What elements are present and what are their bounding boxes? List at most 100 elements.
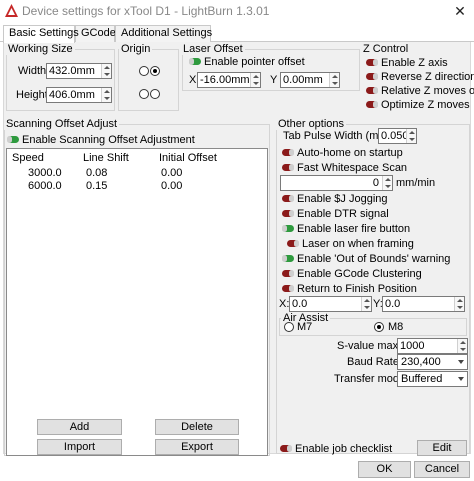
laser-offset-label: Laser Offset: [181, 43, 245, 55]
height-spinner[interactable]: [101, 88, 111, 102]
enable-pointer-offset-toggle[interactable]: [189, 58, 201, 65]
s-value-max-value: 1000: [400, 340, 425, 352]
offset-y-input[interactable]: 0.00mm: [280, 72, 340, 88]
chevron-down-icon: [458, 377, 464, 381]
cancel-button[interactable]: Cancel: [414, 461, 470, 478]
row-2-line-shift: 0.15: [86, 180, 108, 192]
height-label: Height: [16, 89, 48, 101]
offset-x-spinner[interactable]: [250, 73, 260, 87]
scanning-offset-label: Scanning Offset Adjust: [4, 118, 120, 130]
row-1-speed: 3000.0: [28, 167, 62, 179]
air-assist-m7-label: M7: [297, 321, 313, 333]
enable-dtr-signal-toggle[interactable]: [282, 210, 294, 217]
origin-bottom-right-radio[interactable]: [150, 89, 160, 99]
scanning-offset-table[interactable]: Speed Line Shift Initial Offset 3000.0 0…: [6, 148, 268, 456]
offset-y-label: Y: [270, 74, 278, 86]
gcode-clustering-toggle[interactable]: [282, 270, 294, 277]
enable-j-jogging-toggle[interactable]: [282, 195, 294, 202]
row-2-initial-offset: 0.00: [161, 180, 183, 192]
title-bar: Device settings for xTool D1 - LightBurn…: [0, 0, 474, 22]
air-assist-m8-radio[interactable]: [374, 322, 384, 332]
s-value-max-spinner[interactable]: [457, 339, 467, 353]
delete-button[interactable]: Delete: [155, 419, 239, 435]
import-button[interactable]: Import: [37, 439, 122, 455]
fast-whitespace-toggle[interactable]: [282, 164, 294, 171]
finish-x-spinner[interactable]: [361, 297, 371, 311]
height-value: 406.0mm: [49, 89, 95, 101]
job-checklist-edit-button[interactable]: Edit: [417, 440, 467, 456]
basic-settings-panel: Working Size Width 432.0mm Height 406.0m…: [3, 42, 474, 456]
width-spinner[interactable]: [101, 64, 111, 78]
origin-top-left-radio[interactable]: [139, 66, 149, 76]
working-size-label: Working Size: [6, 43, 75, 55]
row-2-speed: 6000.0: [28, 180, 62, 192]
offset-y-value: 0.00mm: [283, 74, 323, 86]
origin-top-right-radio[interactable]: [150, 66, 160, 76]
gcode-clustering-label: Enable GCode Clustering: [297, 268, 422, 280]
baud-rate-label: Baud Rate: [347, 356, 399, 368]
enable-pointer-offset-label: Enable pointer offset: [204, 56, 305, 68]
tab-pulse-width-input[interactable]: 0.050: [378, 128, 417, 144]
enable-dtr-signal-label: Enable DTR signal: [297, 208, 389, 220]
baud-rate-select[interactable]: 230,400: [397, 354, 468, 370]
transfer-mode-value: Buffered: [401, 373, 443, 385]
out-of-bounds-warning-toggle[interactable]: [282, 255, 294, 262]
column-header-speed[interactable]: Speed: [12, 152, 44, 164]
close-window-button[interactable]: ✕: [446, 0, 474, 22]
ok-button[interactable]: OK: [358, 461, 411, 478]
fast-whitespace-speed-input[interactable]: 0: [280, 175, 393, 191]
laser-on-when-framing-toggle[interactable]: [287, 240, 299, 247]
finish-y-spinner[interactable]: [454, 297, 464, 311]
height-input[interactable]: 406.0mm: [46, 87, 112, 103]
job-checklist-toggle[interactable]: [280, 445, 292, 452]
offset-y-spinner[interactable]: [329, 73, 339, 87]
transfer-mode-label: Transfer mode: [334, 373, 406, 385]
optimize-z-moves-toggle[interactable]: [366, 101, 378, 108]
finish-y-value: 0.0: [385, 298, 401, 310]
return-to-finish-label: Return to Finish Position: [297, 283, 417, 295]
origin-bottom-left-radio[interactable]: [139, 89, 149, 99]
enable-scanning-offset-toggle[interactable]: [7, 136, 19, 143]
export-button[interactable]: Export: [155, 439, 239, 455]
air-assist-m7-radio[interactable]: [284, 322, 294, 332]
tab-gcode[interactable]: GCode: [75, 25, 116, 42]
origin-group: [118, 49, 179, 111]
s-value-max-input[interactable]: 1000: [397, 338, 468, 354]
offset-x-value: -16.00mm: [200, 74, 250, 86]
fast-whitespace-speed-value: 0: [372, 177, 379, 189]
reverse-z-direction-toggle[interactable]: [366, 73, 378, 80]
laser-on-when-framing-label: Laser on when framing: [302, 238, 414, 250]
air-assist-m8-label: M8: [388, 321, 404, 333]
s-value-max-label: S-value max: [337, 340, 399, 352]
chevron-down-icon: [458, 360, 464, 364]
enable-laser-fire-button-toggle[interactable]: [282, 225, 294, 232]
tab-pulse-width-label: Tab Pulse Width (ms): [283, 130, 388, 142]
finish-y-input[interactable]: 0.0: [382, 296, 465, 312]
auto-home-toggle[interactable]: [282, 149, 294, 156]
auto-home-label: Auto-home on startup: [297, 147, 403, 159]
return-to-finish-toggle[interactable]: [282, 285, 294, 292]
row-1-initial-offset: 0.00: [161, 167, 183, 179]
fast-whitespace-speed-spinner[interactable]: [382, 176, 392, 190]
reverse-z-direction-label: Reverse Z direction: [381, 71, 474, 83]
window-title: Device settings for xTool D1 - LightBurn…: [22, 4, 270, 18]
finish-x-input[interactable]: 0.0: [289, 296, 372, 312]
transfer-mode-select[interactable]: Buffered: [397, 371, 468, 387]
relative-z-moves-label: Relative Z moves only: [381, 85, 474, 97]
column-header-line-shift[interactable]: Line Shift: [83, 152, 129, 164]
tab-pulse-width-spinner[interactable]: [406, 129, 416, 143]
origin-label: Origin: [119, 43, 153, 55]
offset-x-label: X: [189, 74, 197, 86]
offset-x-input[interactable]: -16.00mm: [197, 72, 261, 88]
out-of-bounds-warning-label: Enable 'Out of Bounds' warning: [297, 253, 451, 265]
column-header-initial-offset[interactable]: Initial Offset: [159, 152, 217, 164]
width-input[interactable]: 432.0mm: [46, 63, 112, 79]
job-checklist-label: Enable job checklist: [295, 443, 393, 455]
tab-basic-settings[interactable]: Basic Settings: [3, 25, 79, 43]
enable-z-axis-label: Enable Z axis: [381, 57, 448, 69]
finish-x-value: 0.0: [292, 298, 308, 310]
enable-z-axis-toggle[interactable]: [366, 59, 378, 66]
relative-z-moves-toggle[interactable]: [366, 87, 378, 94]
tab-additional-settings[interactable]: Additional Settings: [115, 25, 212, 42]
add-button[interactable]: Add: [37, 419, 122, 435]
